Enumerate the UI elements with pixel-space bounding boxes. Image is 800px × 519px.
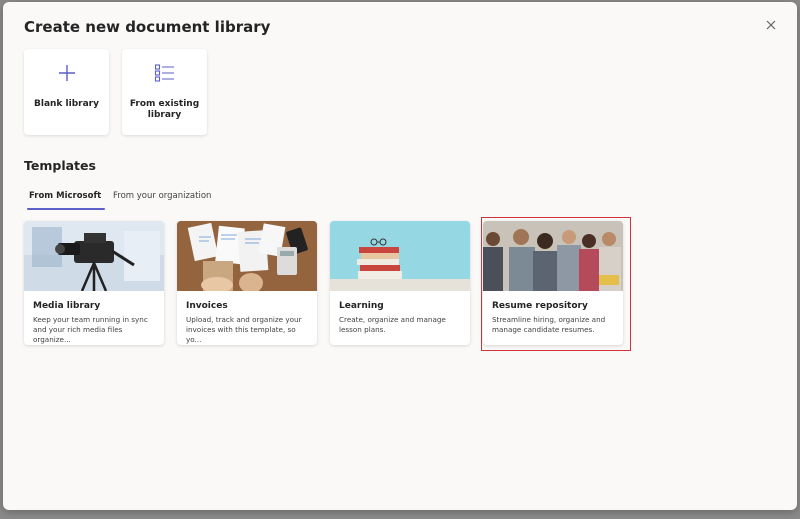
templates-heading: Templates bbox=[24, 158, 96, 173]
tab-from-your-organization[interactable]: From your organization bbox=[113, 191, 211, 207]
template-card-invoices[interactable]: Invoices Upload, track and organize your… bbox=[177, 221, 317, 345]
dialog-title: Create new document library bbox=[24, 18, 271, 36]
plus-icon bbox=[57, 63, 77, 87]
template-name: Media library bbox=[33, 301, 101, 311]
blank-library-label: Blank library bbox=[34, 99, 99, 109]
from-existing-library-button[interactable]: From existing library bbox=[122, 49, 207, 135]
template-description: Create, organize and manage lesson plans… bbox=[339, 315, 446, 334]
template-description: Upload, track and organize your invoices… bbox=[186, 315, 302, 344]
template-name: Invoices bbox=[186, 301, 228, 311]
template-name: Resume repository bbox=[492, 301, 588, 311]
template-card-media-library[interactable]: Media library Keep your team running in … bbox=[24, 221, 164, 345]
create-library-dialog: Create new document library Blank librar… bbox=[3, 2, 797, 510]
template-description: Keep your team running in sync and your … bbox=[33, 315, 148, 344]
video-camera-photo bbox=[24, 221, 164, 291]
tab-from-microsoft[interactable]: From Microsoft bbox=[29, 191, 101, 207]
active-tab-indicator bbox=[27, 208, 105, 210]
template-name: Learning bbox=[339, 301, 384, 311]
candidates-waiting-photo bbox=[483, 221, 623, 291]
invoices-desk-photo bbox=[177, 221, 317, 291]
from-existing-library-label: From existing library bbox=[129, 99, 200, 120]
template-card-resume-repository[interactable]: Resume repository Streamline hiring, org… bbox=[483, 221, 623, 345]
books-stack-photo bbox=[330, 221, 470, 291]
list-icon bbox=[154, 63, 176, 87]
template-description: Streamline hiring, organize and manage c… bbox=[492, 315, 606, 334]
close-icon[interactable] bbox=[763, 17, 779, 33]
template-card-learning[interactable]: Learning Create, organize and manage les… bbox=[330, 221, 470, 345]
blank-library-button[interactable]: Blank library bbox=[24, 49, 109, 135]
